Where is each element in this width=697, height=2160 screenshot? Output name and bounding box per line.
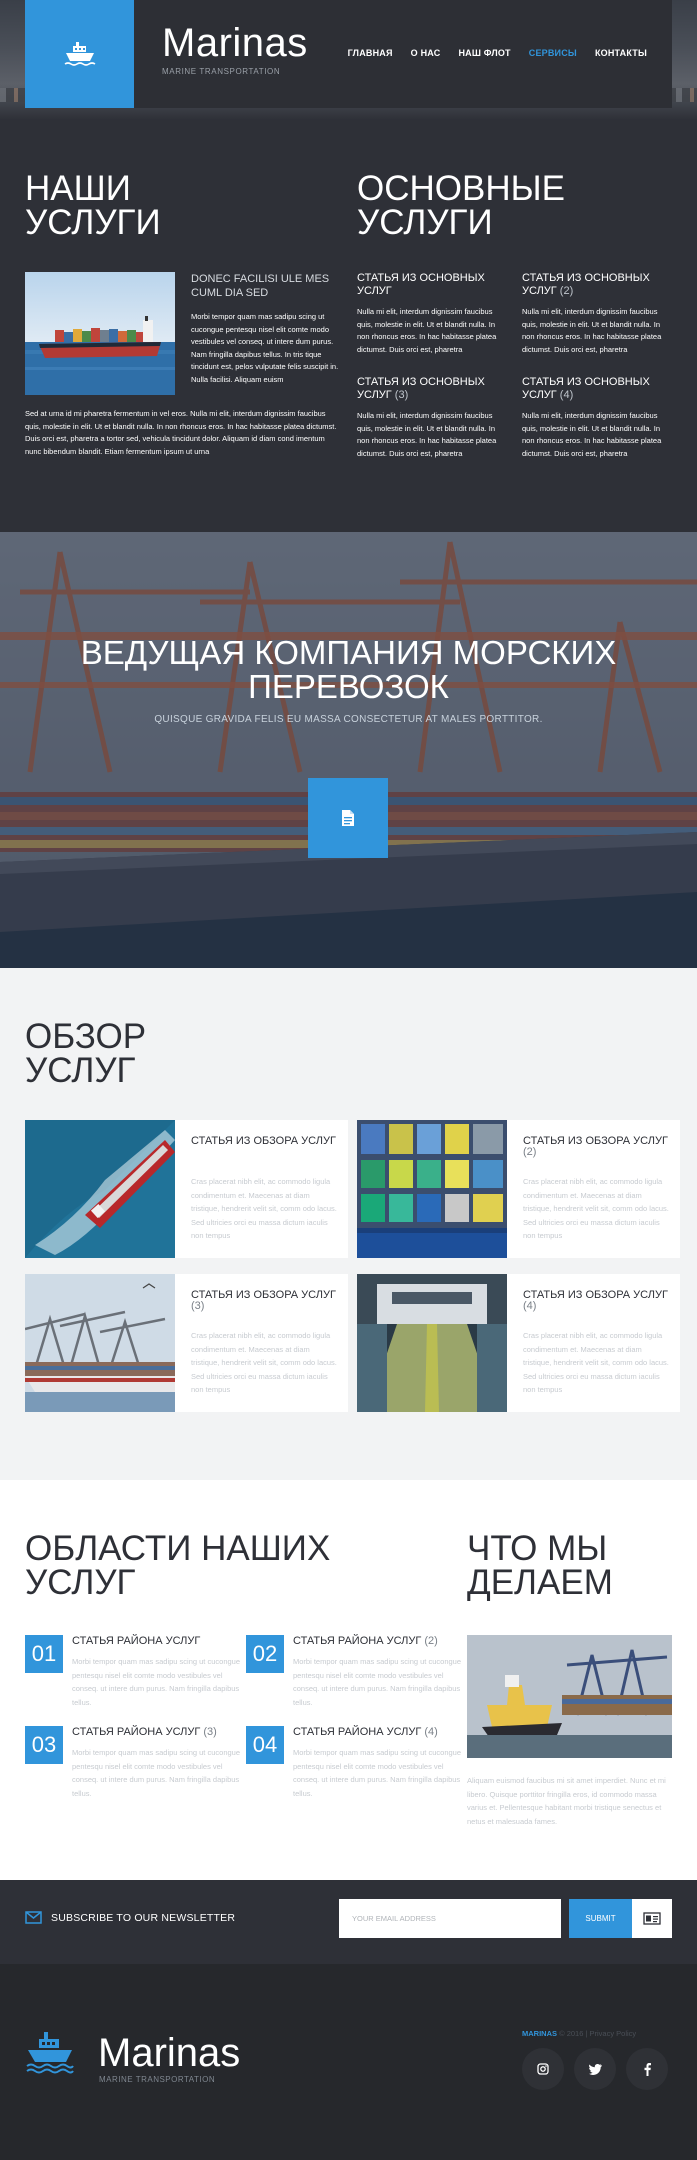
instagram-button[interactable]: [522, 2048, 564, 2090]
article-body: Nulla mi elit, interdum dignissim faucib…: [357, 307, 497, 354]
port-cranes-image: [25, 1274, 175, 1412]
main-service-article[interactable]: СТАТЬЯ ИЗ ОСНОВНЫХ УСЛУГ Nulla mi elit, …: [357, 272, 505, 356]
document-icon: [342, 810, 354, 826]
our-services-subtitle: DONEC FACILISI ULE MES CUML DIA SED: [191, 273, 330, 299]
our-services-text: Sed at urna id mi pharetra fermentum in …: [25, 409, 337, 456]
cargo-ship-image: [25, 272, 175, 395]
card-title: СТАТЬЯ ИЗ ОБЗОРА УСЛУГ (4): [523, 1289, 668, 1312]
tugboat-harbor-image: [467, 1635, 672, 1758]
ship-icon: [64, 42, 95, 66]
brand-tagline: MARINE TRANSPORTATION: [162, 67, 281, 76]
overview-card[interactable]: СТАТЬЯ ИЗ ОБЗОРА УСЛУГ (3) Cras placerat…: [25, 1274, 348, 1412]
nav-about[interactable]: О НАС: [411, 48, 441, 58]
services-section: Marinas MARINE TRANSPORTATION ГЛАВНАЯ О …: [0, 0, 697, 532]
twitter-icon: [588, 2063, 602, 2075]
card-body: Cras placerat nibh elit, ac commodo ligu…: [191, 1331, 337, 1394]
copyright: MARINAS © 2016 | Privacy Policy: [522, 2029, 637, 2038]
overview-card[interactable]: СТАТЬЯ ИЗ ОБЗОРА УСЛУГ (2) Cras placerat…: [357, 1120, 680, 1258]
instagram-icon: [537, 2063, 549, 2075]
area-body: Morbi tempor quam mas sadipu scing ut cu…: [293, 1657, 462, 1707]
area-number-badge: 02: [246, 1635, 284, 1673]
article-body: Nulla mi elit, interdum dignissim faucib…: [522, 307, 662, 354]
area-body: Morbi tempor quam mas sadipu scing ut cu…: [72, 1657, 241, 1707]
overview-card[interactable]: СТАТЬЯ ИЗ ОБЗОРА УСЛУГ Cras placerat nib…: [25, 1120, 348, 1258]
card-body: Cras placerat nibh elit, ac commodo ligu…: [523, 1331, 669, 1394]
main-nav: ГЛАВНАЯ О НАС НАШ ФЛОТ СЕРВИСЫ КОНТАКТЫ: [348, 48, 647, 58]
article-number: (3): [394, 389, 409, 401]
nav-contacts[interactable]: КОНТАКТЫ: [595, 48, 647, 58]
article-title: СТАТЬЯ ИЗ ОСНОВНЫХ УСЛУГ: [357, 272, 485, 297]
submit-button[interactable]: SUBMIT: [569, 1899, 632, 1938]
area-title: СТАТЬЯ РАЙОНА УСЛУГ (2): [293, 1635, 438, 1647]
port-background-image: [0, 532, 697, 968]
ferry-deck-image: [357, 1274, 507, 1412]
tanker-image: [25, 1120, 175, 1258]
area-number-badge: 01: [25, 1635, 63, 1673]
nav-home[interactable]: ГЛАВНАЯ: [348, 48, 393, 58]
brand-name: Marinas: [162, 21, 308, 65]
hero-banner: ВЕДУЩАЯ КОМПАНИЯ МОРСКИХ ПЕРЕВОЗОК QUISQ…: [0, 532, 697, 968]
article-number: (4): [559, 389, 574, 401]
our-services-heading: НАШИ УСЛУГИ: [25, 171, 343, 242]
article-body: Nulla mi elit, interdum dignissim faucib…: [357, 411, 497, 458]
site-footer: Marinas MARINE TRANSPORTATION MARINAS © …: [0, 1964, 697, 2160]
article-title: СТАТЬЯ ИЗ ОСНОВНЫХ УСЛУГ: [522, 272, 650, 297]
area-body: Morbi tempor quam mas sadipu scing ut cu…: [293, 1748, 462, 1798]
article-body: Nulla mi elit, interdum dignissim faucib…: [522, 411, 662, 458]
twitter-button[interactable]: [574, 2048, 616, 2090]
what-we-do-text: Aliquam euismod faucibus mi sit amet imp…: [467, 1776, 666, 1826]
area-number-badge: 04: [246, 1726, 284, 1764]
main-service-article[interactable]: СТАТЬЯ ИЗ ОСНОВНЫХ УСЛУГ (2) Nulla mi el…: [522, 272, 670, 356]
main-service-article[interactable]: СТАТЬЯ ИЗ ОСНОВНЫХ УСЛУГ (4) Nulla mi el…: [522, 376, 670, 460]
area-title: СТАТЬЯ РАЙОНА УСЛУГ: [72, 1635, 201, 1647]
site-header: Marinas MARINE TRANSPORTATION ГЛАВНАЯ О …: [25, 0, 672, 108]
article-title: СТАТЬЯ ИЗ ОСНОВНЫХ УСЛУГ: [522, 376, 650, 401]
overview-heading: ОБЗОР УСЛУГ: [25, 1017, 147, 1090]
main-service-article[interactable]: СТАТЬЯ ИЗ ОСНОВНЫХ УСЛУГ (3) Nulla mi el…: [357, 376, 505, 460]
service-areas-section: ОБЛАСТИ НАШИХ УСЛУГ ЧТО МЫ ДЕЛАЕМ 01 СТА…: [0, 1480, 697, 1880]
facebook-button[interactable]: [626, 2048, 668, 2090]
nav-services[interactable]: СЕРВИСЫ: [529, 48, 577, 58]
footer-brand-name[interactable]: Marinas: [98, 2032, 240, 2074]
heading-line: УСЛУГИ: [25, 203, 161, 242]
article-number: (2): [559, 285, 574, 297]
card-title: СТАТЬЯ ИЗ ОБЗОРА УСЛУГ (2): [523, 1135, 668, 1158]
overview-card[interactable]: СТАТЬЯ ИЗ ОБЗОРА УСЛУГ (4) Cras placerat…: [357, 1274, 680, 1412]
banner-title: ВЕДУЩАЯ КОМПАНИЯ МОРСКИХ ПЕРЕВОЗОК: [80, 634, 617, 705]
newsletter-card-button[interactable]: [632, 1899, 672, 1938]
footer-tagline: MARINE TRANSPORTATION: [99, 2075, 216, 2084]
logo[interactable]: [25, 0, 134, 108]
card-body: Cras placerat nibh elit, ac commodo ligu…: [523, 1177, 669, 1240]
area-title: СТАТЬЯ РАЙОНА УСЛУГ (4): [293, 1726, 438, 1738]
area-title: СТАТЬЯ РАЙОНА УСЛУГ (3): [72, 1726, 217, 1738]
article-title: СТАТЬЯ ИЗ ОСНОВНЫХ УСЛУГ: [357, 376, 485, 401]
facebook-icon: [644, 2062, 651, 2076]
banner-document-button[interactable]: [308, 778, 388, 858]
newsletter-label: SUBSCRIBE TO OUR NEWSLETTER: [51, 1912, 236, 1924]
nav-fleet[interactable]: НАШ ФЛОТ: [458, 48, 510, 58]
card-title: СТАТЬЯ ИЗ ОБЗОРА УСЛУГ (3): [191, 1289, 336, 1312]
area-body: Morbi tempor quam mas sadipu scing ut cu…: [72, 1748, 241, 1798]
envelope-icon: [25, 1911, 42, 1924]
email-input[interactable]: [339, 1899, 561, 1938]
banner-subtitle: QUISQUE GRAVIDA FELIS EU MASSA CONSECTET…: [154, 714, 543, 725]
id-card-icon: [643, 1912, 661, 1925]
ship-icon[interactable]: [25, 2030, 75, 2074]
barrels-image: [357, 1120, 507, 1258]
brand[interactable]: Marinas MARINE TRANSPORTATION: [162, 20, 308, 76]
our-services-description: Morbi tempor quam mas sadipu scing ut cu…: [191, 312, 339, 384]
areas-heading: ОБЛАСТИ НАШИХ УСЛУГ: [25, 1529, 331, 1602]
what-we-do-heading: ЧТО МЫ ДЕЛАЕМ: [467, 1529, 613, 1602]
card-body: Cras placerat nibh elit, ac commodo ligu…: [191, 1177, 337, 1240]
heading-line: УСЛУГИ: [357, 203, 493, 242]
area-number-badge: 03: [25, 1726, 63, 1764]
main-services-heading: ОСНОВНЫЕ УСЛУГИ: [357, 171, 672, 242]
card-title: СТАТЬЯ ИЗ ОБЗОРА УСЛУГ: [191, 1135, 336, 1147]
services-overview-section: ОБЗОР УСЛУГ СТАТЬЯ ИЗ ОБЗОРА УСЛУГ Cras …: [0, 968, 697, 1480]
newsletter-bar: SUBSCRIBE TO OUR NEWSLETTER SUBMIT: [0, 1880, 697, 1964]
